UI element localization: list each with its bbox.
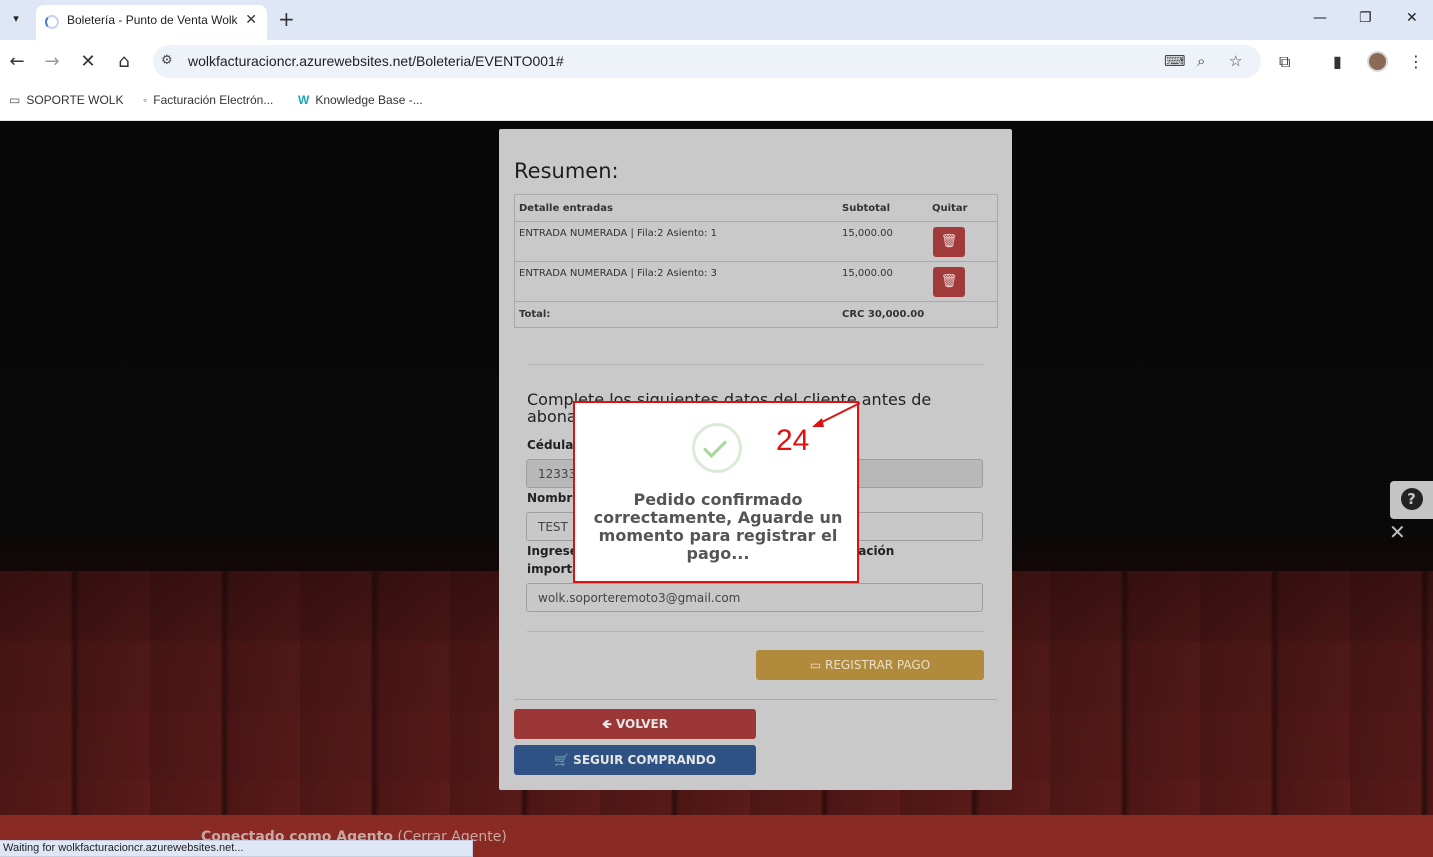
active-tab[interactable]: Boletería - Punto de Venta Wolk ✕ [36, 5, 267, 40]
tab-close-icon[interactable]: ✕ [245, 12, 257, 28]
divider [527, 631, 984, 632]
stop-loading-icon[interactable]: ✕ [77, 51, 99, 72]
url-text[interactable]: wolkfacturacioncr.azurewebsites.net/Bole… [188, 53, 564, 69]
annotation-arrow-icon [812, 402, 861, 427]
forward-arrow-icon[interactable]: → [41, 51, 63, 72]
wolk-logo-icon: W [298, 93, 310, 107]
remove-item-button[interactable]: 🗑 [933, 267, 965, 297]
register-payment-button[interactable]: ▭ REGISTRAR PAGO [756, 650, 984, 680]
address-bar[interactable]: ⚙ wolkfacturacioncr.azurewebsites.net/Bo… [153, 45, 1261, 78]
zoom-icon[interactable]: ⌕ [1197, 52, 1205, 70]
new-tab-icon[interactable]: + [278, 8, 295, 30]
back-arrow-icon[interactable]: ← [6, 51, 28, 72]
divider [527, 364, 984, 365]
loading-spinner-icon [45, 15, 59, 29]
home-icon[interactable]: ⌂ [113, 51, 135, 72]
tab-title: Boletería - Punto de Venta Wolk [67, 13, 238, 27]
bookmark-facturacion[interactable]: ◦ Facturación Electrón... [143, 93, 273, 107]
browser-toolbar: ← → ✕ ⌂ ⚙ wolkfacturacioncr.azurewebsite… [0, 40, 1433, 84]
continue-shopping-button[interactable]: 🛒 SEGUIR COMPRANDO [514, 745, 756, 775]
tab-search-icon[interactable]: ▾ [6, 9, 26, 29]
translate-icon[interactable]: ⌨ [1164, 52, 1186, 70]
folder-icon: ▭ [9, 93, 21, 107]
minimize-icon[interactable]: — [1313, 10, 1327, 26]
trash-icon: 🗑 [940, 274, 958, 289]
bookmark-star-icon[interactable]: ☆ [1229, 52, 1242, 70]
total-row: Total: CRC 30,000.00 [519, 309, 925, 320]
remove-item-button[interactable]: 🗑 [933, 227, 965, 257]
divider [514, 699, 997, 700]
help-close-icon[interactable]: ✕ [1389, 520, 1406, 544]
question-icon: ? [1400, 488, 1423, 510]
bookmark-soporte[interactable]: ▭ SOPORTE WOLK [9, 93, 123, 107]
extensions-icon[interactable]: ⧉ [1279, 52, 1290, 72]
bookmark-knowledge-base[interactable]: W Knowledge Base -... [298, 93, 423, 107]
success-check-icon [692, 423, 742, 473]
tab-bar: ▾ Boletería - Punto de Venta Wolk ✕ + — … [0, 0, 1433, 40]
site-favicon-icon: ◦ [143, 93, 148, 107]
site-info-icon[interactable]: ⚙ [161, 53, 173, 68]
arrow-left-icon: 🡸 [602, 717, 612, 731]
bookmarks-bar: ▭ SOPORTE WOLK ◦ Facturación Electrón... W… [0, 84, 1433, 121]
window-close-icon[interactable]: ✕ [1406, 10, 1418, 26]
profile-avatar[interactable] [1367, 51, 1388, 72]
menu-kebab-icon[interactable]: ⋮ [1408, 52, 1424, 71]
email-input[interactable]: wolk.soporteremoto3@gmail.com [526, 583, 983, 612]
restore-icon[interactable]: ❐ [1359, 10, 1372, 26]
table-header: Detalle entradas Subtotal Quitar [515, 195, 997, 222]
side-panel-icon[interactable]: ▮ [1333, 52, 1342, 71]
table-row: ENTRADA NUMERADA | Fila:2 Asiento: 3 15,… [515, 262, 997, 302]
cedula-label: Cédula [527, 438, 574, 452]
back-button[interactable]: 🡸 VOLVER [514, 709, 756, 739]
annotation-number: 24 [776, 424, 810, 457]
summary-title: Resumen: [514, 159, 619, 183]
modal-message: Pedido confirmado correctamente, Aguarde… [593, 490, 843, 563]
cart-icon: 🛒 [554, 753, 569, 767]
table-row: ENTRADA NUMERADA | Fila:2 Asiento: 1 15,… [515, 222, 997, 262]
credit-card-icon: ▭ [809, 658, 822, 672]
trash-icon: 🗑 [940, 234, 958, 249]
status-bubble: Waiting for wolkfacturacioncr.azurewebsi… [0, 840, 473, 857]
summary-table: Detalle entradas Subtotal Quitar ENTRADA… [514, 194, 998, 328]
help-tab[interactable]: ? [1390, 481, 1433, 519]
